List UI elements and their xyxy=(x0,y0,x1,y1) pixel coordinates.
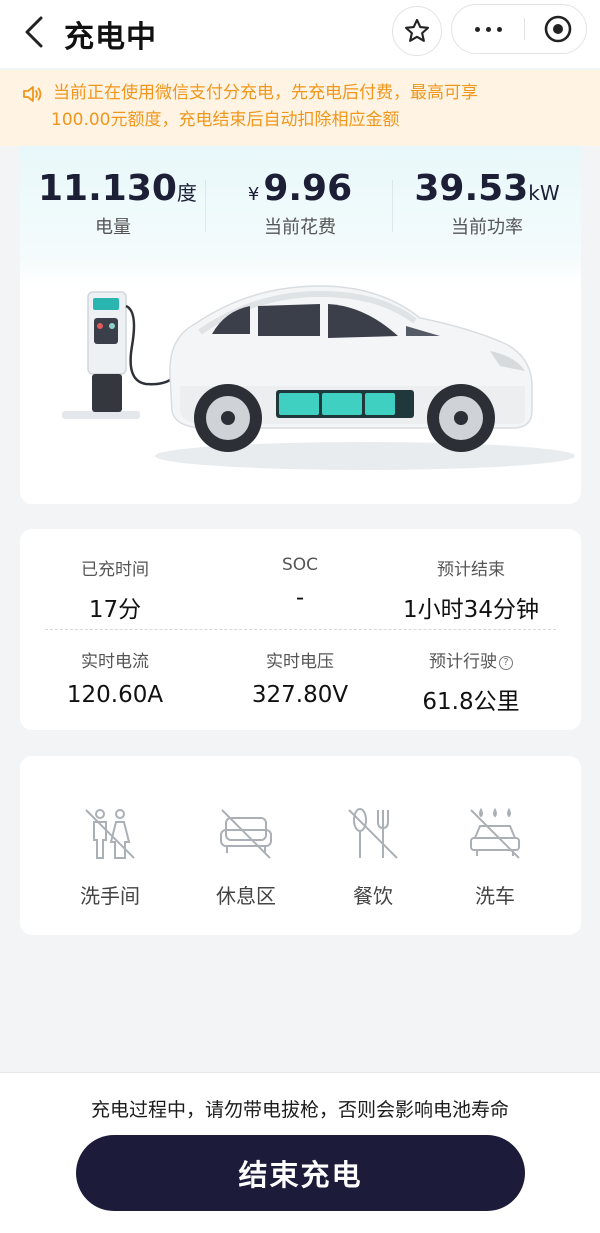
amenity-car-wash-label: 洗车 xyxy=(475,884,515,908)
charger-station-icon xyxy=(62,291,182,419)
restroom-icon xyxy=(85,809,135,859)
est-end-value: 1小时34分钟 xyxy=(403,597,539,623)
amenity-dining: 餐饮 xyxy=(313,806,433,909)
end-charging-button[interactable]: 结束充电 xyxy=(76,1135,525,1211)
notice-text: 当前正在使用微信支付分充电，先充电后付费，最高可享 100.00元额度，充电结束… xyxy=(51,80,573,134)
power-value: 39.53 xyxy=(414,168,529,209)
car-wash-icon xyxy=(470,807,520,859)
more-button[interactable] xyxy=(452,5,524,53)
energy-label: 电量 xyxy=(95,217,131,238)
cost-value: 9.96 xyxy=(263,168,353,209)
amenity-restroom-label: 洗手间 xyxy=(80,884,140,908)
divider xyxy=(392,180,393,232)
question-circle-icon[interactable]: ? xyxy=(499,656,513,670)
rest-area-icon xyxy=(220,809,272,859)
charged-time-label: 已充时间 xyxy=(81,560,149,580)
close-button[interactable] xyxy=(530,5,586,53)
voltage-cell: 实时电压 327.80V xyxy=(210,647,390,708)
voltage-value: 327.80V xyxy=(251,682,349,708)
est-end-cell: 预计结束 1小时34分钟 xyxy=(381,555,561,624)
nav-bar: 充电中 xyxy=(0,0,600,68)
power-label: 当前功率 xyxy=(451,217,523,238)
notice-line-2: 100.00元额度，充电结束后自动扣除相应金额 xyxy=(51,110,400,130)
amenity-car-wash: 洗车 xyxy=(435,806,555,909)
current-cell: 实时电流 120.60A xyxy=(25,647,205,708)
more-icon xyxy=(472,26,505,32)
page-title: 充电中 xyxy=(64,20,157,55)
back-button[interactable] xyxy=(16,14,52,50)
amenity-rest-area-label: 休息区 xyxy=(216,884,276,908)
safety-warning-text: 充电过程中，请勿带电拔枪，否则会影响电池寿命 xyxy=(90,1099,509,1121)
soc-value: - xyxy=(295,585,305,611)
cost-stat: ¥9.96 当前花费 xyxy=(225,168,375,239)
energy-stat: 11.130度 电量 xyxy=(38,168,197,239)
chevron-left-icon xyxy=(25,16,43,48)
payment-notice-bar: 当前正在使用微信支付分充电，先充电后付费，最高可享 100.00元额度，充电结束… xyxy=(0,70,600,146)
current-label: 实时电流 xyxy=(81,652,149,672)
currency-symbol: ¥ xyxy=(247,184,260,205)
bottom-action-bar: 充电过程中，请勿带电拔枪，否则会影响电池寿命 结束充电 xyxy=(0,1072,600,1233)
est-range-cell: 预计行驶? 61.8公里 xyxy=(381,647,561,716)
divider xyxy=(205,180,206,232)
dashed-divider xyxy=(45,629,556,630)
car-icon xyxy=(169,285,533,452)
ev-charging-illustration xyxy=(62,285,575,470)
energy-unit: 度 xyxy=(176,181,197,205)
notice-line-1: 当前正在使用微信支付分充电，先充电后付费，最高可享 xyxy=(53,83,478,103)
amenities-card: 洗手间 休息区 餐饮 洗车 xyxy=(20,756,581,935)
capsule-divider xyxy=(524,18,525,40)
est-end-label: 预计结束 xyxy=(437,560,505,580)
charging-summary-card: 11.130度 电量 ¥9.96 当前花费 39.53kW 当前功率 xyxy=(20,146,581,504)
est-range-label: 预计行驶 xyxy=(429,652,497,672)
charged-time-cell: 已充时间 17分 xyxy=(25,555,205,624)
amenity-dining-label: 餐饮 xyxy=(353,884,393,908)
soc-cell: SOC - xyxy=(210,555,390,611)
amenity-rest-area: 休息区 xyxy=(186,806,306,909)
cost-label: 当前花费 xyxy=(264,217,336,238)
power-unit: kW xyxy=(528,181,560,205)
power-stat: 39.53kW 当前功率 xyxy=(412,168,562,239)
est-range-value: 61.8公里 xyxy=(422,689,520,715)
current-value: 120.60A xyxy=(66,682,164,708)
amenity-restroom: 洗手间 xyxy=(50,806,170,909)
charging-details-card: 已充时间 17分 SOC - 预计结束 1小时34分钟 实时电流 120.60A… xyxy=(20,529,581,730)
charged-time-value: 17分 xyxy=(88,597,142,623)
favorite-button[interactable] xyxy=(392,6,442,56)
mini-program-capsule xyxy=(451,4,587,54)
energy-value: 11.130 xyxy=(38,168,177,209)
dining-icon xyxy=(348,808,398,859)
target-close-icon xyxy=(544,15,572,43)
star-icon xyxy=(404,18,430,42)
speaker-icon xyxy=(23,86,42,102)
voltage-label: 实时电压 xyxy=(266,652,334,672)
soc-label: SOC xyxy=(281,555,319,575)
